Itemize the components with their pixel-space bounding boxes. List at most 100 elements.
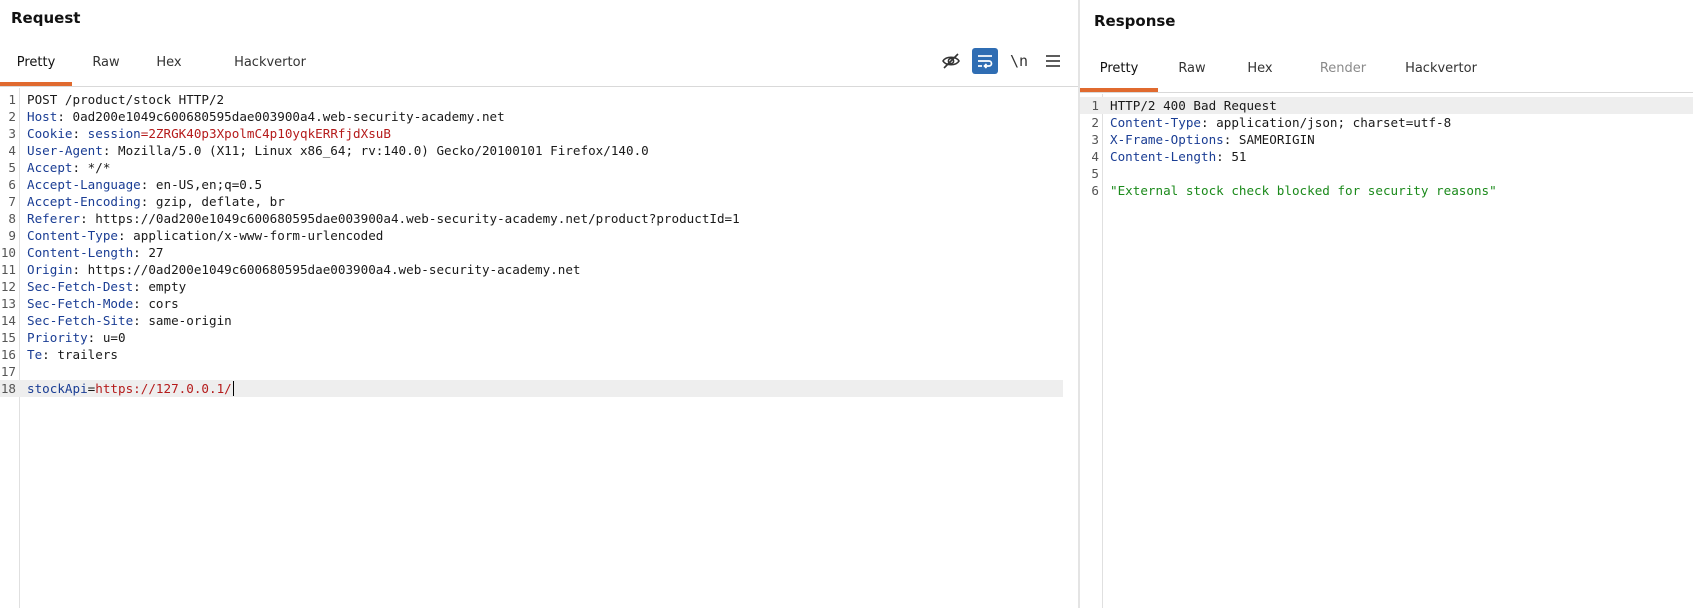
header-value: 0ad200e1049c600680595dae003900a4.web-sec… [72,109,505,124]
code-line: 11 Origin: https://0ad200e1049c600680595d… [0,261,1078,278]
code-line: 8 Referer: https://0ad200e1049c600680595d… [0,210,1078,227]
line-number: 2 [8,109,16,124]
line-text: Accept-Language: en-US,en;q=0.5 [27,176,262,193]
line-text: HTTP/2 400 Bad Request [1110,97,1277,114]
header-name: Content-Length [1110,149,1217,164]
header-name: Content-Length [27,245,134,260]
request-editor[interactable]: 1 POST /product/stock HTTP/2 2 Host: 0ad200… [0,88,1078,608]
line-number: 9 [8,228,16,243]
tab-render[interactable]: Render [1312,56,1374,92]
line-text: Content-Type: application/x-www-form-url… [27,227,383,244]
wrap-icon[interactable] [972,48,998,74]
response-pane: Response Pretty Raw Hex Render Hackverto… [1080,0,1693,608]
code-line: 6 "External stock check blocked for secur… [1080,182,1693,199]
tab-pretty[interactable]: Pretty [0,50,72,86]
line-text: Content-Length: 27 [27,244,164,261]
tab-hackvertor[interactable]: Hackvertor [230,50,310,86]
code-line: 1 HTTP/2 400 Bad Request [1080,97,1693,114]
line-number: 16 [0,347,16,362]
line-number: 4 [1091,149,1099,164]
code-line: 3 X-Frame-Options: SAMEORIGIN [1080,131,1693,148]
line-text: POST /product/stock HTTP/2 [27,91,224,108]
header-name: Accept-Encoding [27,194,141,209]
separator: : [102,143,118,158]
line-text: Priority: u=0 [27,329,126,346]
separator: : [1201,115,1217,130]
tab-hex[interactable]: Hex [1240,56,1280,92]
line-text: Host: 0ad200e1049c600680595dae003900a4.w… [27,108,505,125]
line-number: 3 [8,126,16,141]
code-line: 17 [0,363,1078,380]
code-line: 1 POST /product/stock HTTP/2 [0,91,1078,108]
eye-off-icon[interactable] [938,48,964,74]
tab-hex[interactable]: Hex [150,50,188,86]
tab-raw[interactable]: Raw [1170,56,1214,92]
header-value: same-origin [148,313,232,328]
header-name: User-Agent [27,143,103,158]
line-number: 18 [0,381,16,396]
line-text: Referer: https://0ad200e1049c600680595da… [27,210,740,227]
cookie-value: 2ZRGK40p3XpolmC4p10yqkERRfjdXsuB [148,126,391,141]
line-text: "External stock check blocked for securi… [1110,182,1497,199]
code-line: 15 Priority: u=0 [0,329,1078,346]
header-value: u=0 [102,330,126,345]
tab-hackvertor[interactable]: Hackvertor [1400,56,1482,92]
line-number: 6 [1091,183,1099,198]
code-line: 2 Host: 0ad200e1049c600680595dae003900a4.… [0,108,1078,125]
code-line: 5 Accept: */* [0,159,1078,176]
line-text: Te: trailers [27,346,118,363]
header-name: Accept [27,160,73,175]
header-name: stockApi [27,381,88,396]
code-line: 16 Te: trailers [0,346,1078,363]
header-name: Sec-Fetch-Mode [27,296,134,311]
header-value: empty [148,279,187,294]
separator: : [87,330,103,345]
line-number: 13 [0,296,16,311]
code-line: 13 Sec-Fetch-Mode: cors [0,295,1078,312]
line-number: 17 [0,364,16,379]
header-name: Content-Type [1110,115,1201,130]
line-number: 5 [1091,166,1099,181]
separator: : [1223,132,1239,147]
separator: : [133,279,149,294]
code-line: 3 Cookie: session=2ZRGK40p3XpolmC4p10yqkE… [0,125,1078,142]
line-number: 4 [8,143,16,158]
tab-pretty[interactable]: Pretty [1080,56,1158,92]
line-number: 15 [0,330,16,345]
start-line: POST /product/stock HTTP/2 [27,92,225,107]
header-value: https://0ad200e1049c600680595dae003900a4… [95,211,740,226]
json-body: "External stock check blocked for securi… [1110,183,1497,198]
separator: : [140,194,156,209]
header-value: 27 [148,245,164,260]
line-text: X-Frame-Options: SAMEORIGIN [1110,131,1315,148]
line-text: Accept-Encoding: gzip, deflate, br [27,193,285,210]
hamburger-icon[interactable] [1040,48,1066,74]
request-pane: Request Pretty Raw Hex Hackvertor \n 1 P… [0,0,1078,608]
code-line: 14 Sec-Fetch-Site: same-origin [0,312,1078,329]
line-text: User-Agent: Mozilla/5.0 (X11; Linux x86_… [27,142,649,159]
tab-raw[interactable]: Raw [84,50,128,86]
line-number: 6 [8,177,16,192]
header-value: cors [148,296,179,311]
header-name: Sec-Fetch-Dest [27,279,134,294]
header-value: en-US,en;q=0.5 [155,177,263,192]
line-number: 5 [8,160,16,175]
header-name: Referer [27,211,81,226]
line-number: 12 [0,279,16,294]
response-editor[interactable]: 1 HTTP/2 400 Bad Request 2 Content-Type: ap… [1080,94,1693,608]
code-line: 6 Accept-Language: en-US,en;q=0.5 [0,176,1078,193]
line-number: 14 [0,313,16,328]
code-line: 4 User-Agent: Mozilla/5.0 (X11; Linux x86… [0,142,1078,159]
line-text: Origin: https://0ad200e1049c600680595dae… [27,261,581,278]
header-name: Cookie [27,126,73,141]
code-line: 7 Accept-Encoding: gzip, deflate, br [0,193,1078,210]
code-line: 18 stockApi=https://127.0.0.1/ [0,380,1063,397]
code-line: 2 Content-Type: application/json; charset… [1080,114,1693,131]
line-number: 3 [1091,132,1099,147]
separator: : [72,126,88,141]
newline-toggle[interactable]: \n [1006,48,1032,74]
body-param-value: https://127.0.0.1/ [95,381,232,396]
line-text: Cookie: session=2ZRGK40p3XpolmC4p10yqkER… [27,125,391,142]
separator: : [80,211,96,226]
code-line: 9 Content-Type: application/x-www-form-ur… [0,227,1078,244]
